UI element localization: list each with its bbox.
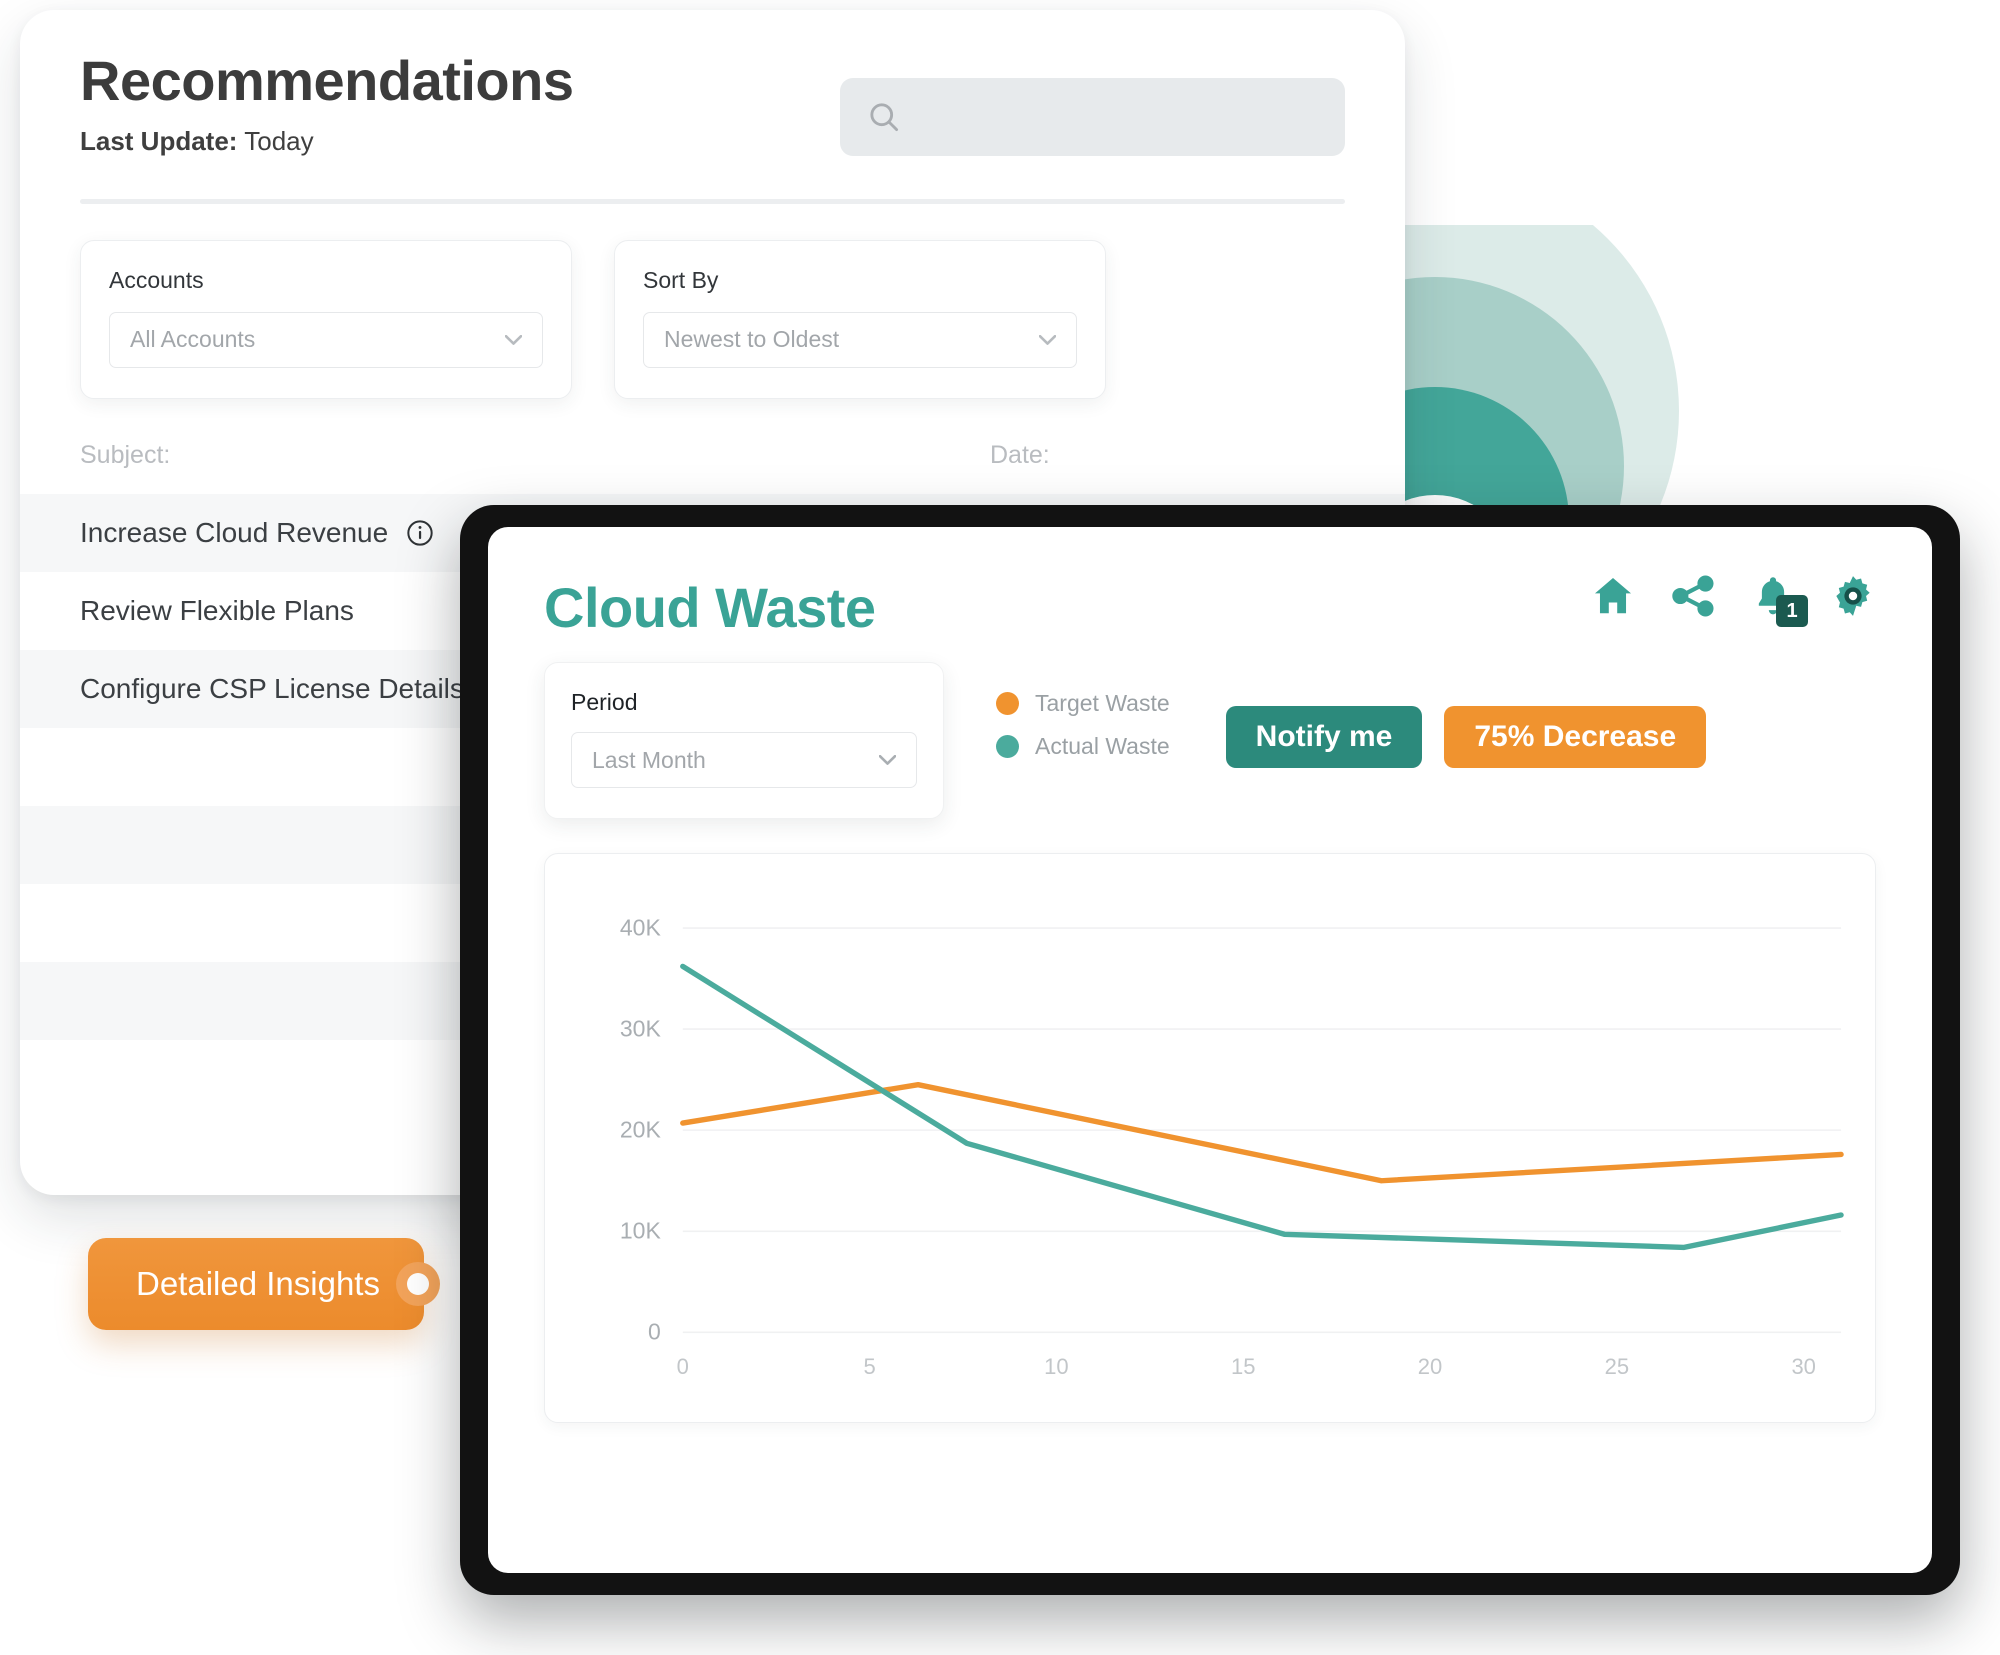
- period-filter: Period Last Month: [544, 662, 944, 819]
- cloud-waste-toolbar: 1: [1590, 573, 1876, 619]
- notify-me-button[interactable]: Notify me: [1226, 706, 1423, 768]
- last-update-value: Today: [244, 126, 313, 156]
- column-header-date: Date:: [990, 441, 1050, 470]
- last-update-label: Last Update:: [80, 126, 237, 156]
- cloud-waste-header: Cloud Waste: [488, 527, 1932, 640]
- detailed-insights-button[interactable]: Detailed Insights: [88, 1238, 424, 1330]
- chevron-down-icon: [879, 755, 896, 765]
- x-axis-tick-label: 25: [1605, 1354, 1629, 1380]
- accounts-select[interactable]: All Accounts: [109, 312, 543, 368]
- cloud-waste-actions: Notify me 75% Decrease: [1226, 706, 1707, 768]
- period-select[interactable]: Last Month: [571, 732, 917, 788]
- period-label: Period: [571, 689, 917, 716]
- filter-row: Accounts All Accounts Sort By Newest to …: [20, 204, 1405, 399]
- accounts-select-value: All Accounts: [130, 326, 255, 353]
- home-icon[interactable]: [1590, 573, 1636, 619]
- gear-icon[interactable]: [1830, 573, 1876, 619]
- tablet-frame: Cloud Waste: [460, 505, 1960, 1595]
- share-icon[interactable]: [1670, 573, 1716, 619]
- cloud-waste-title: Cloud Waste: [544, 575, 876, 640]
- chart-legend: Target Waste Actual Waste: [996, 690, 1170, 776]
- y-axis-tick-label: 10K: [620, 1218, 661, 1245]
- legend-item-target-waste: Target Waste: [996, 690, 1170, 717]
- decrease-badge-button[interactable]: 75% Decrease: [1444, 706, 1706, 768]
- line-chart[interactable]: 0 10K 20K 30K 40K 0 5 10 15 20 25 30: [545, 854, 1875, 1422]
- search-input[interactable]: [914, 103, 1294, 131]
- x-axis-tick-label: 5: [863, 1354, 875, 1380]
- column-header-subject: Subject:: [80, 441, 990, 470]
- y-axis-tick-label: 40K: [620, 915, 661, 942]
- x-axis-tick-label: 20: [1418, 1354, 1442, 1380]
- legend-dot-actual: [996, 735, 1019, 758]
- y-axis-tick-label: 30K: [620, 1016, 661, 1043]
- bell-icon[interactable]: 1: [1750, 573, 1796, 619]
- y-axis-tick-label: 20K: [620, 1117, 661, 1144]
- y-axis-tick-label: 0: [648, 1319, 661, 1346]
- legend-label-actual: Actual Waste: [1035, 733, 1170, 760]
- legend-item-actual-waste: Actual Waste: [996, 733, 1170, 760]
- search-box[interactable]: [840, 78, 1345, 156]
- row-subject-text: Increase Cloud Revenue: [80, 517, 388, 549]
- x-axis-tick-label: 0: [677, 1354, 689, 1380]
- filter-sort-by: Sort By Newest to Oldest: [614, 240, 1106, 399]
- notification-badge: 1: [1776, 595, 1808, 627]
- period-select-value: Last Month: [592, 747, 706, 774]
- filter-sort-by-label: Sort By: [643, 267, 1077, 294]
- filter-accounts: Accounts All Accounts: [80, 240, 572, 399]
- chevron-down-icon: [1039, 335, 1056, 345]
- search-icon: [866, 99, 902, 135]
- info-icon[interactable]: [406, 519, 434, 547]
- list-column-headers: Subject: Date:: [20, 399, 1405, 470]
- sort-by-select-value: Newest to Oldest: [664, 326, 839, 353]
- filter-accounts-label: Accounts: [109, 267, 543, 294]
- chevron-down-icon: [505, 335, 522, 345]
- pill-knob-icon: [396, 1262, 440, 1306]
- legend-label-target: Target Waste: [1035, 690, 1170, 717]
- legend-dot-target: [996, 692, 1019, 715]
- cloud-waste-controls: Period Last Month Target Waste: [488, 640, 1932, 819]
- detailed-insights-label: Detailed Insights: [136, 1265, 380, 1303]
- cloud-waste-card: Cloud Waste: [488, 527, 1932, 1573]
- x-axis-tick-label: 30: [1791, 1354, 1815, 1380]
- x-axis-tick-label: 10: [1044, 1354, 1068, 1380]
- recommendations-header: Recommendations Last Update: Today: [20, 10, 1405, 157]
- x-axis-tick-label: 15: [1231, 1354, 1255, 1380]
- screenshot-root: Recommendations Last Update: Today Accou…: [0, 0, 2000, 1655]
- sort-by-select[interactable]: Newest to Oldest: [643, 312, 1077, 368]
- chart-svg: [545, 854, 1875, 1422]
- chart-container: 0 10K 20K 30K 40K 0 5 10 15 20 25 30: [544, 853, 1876, 1423]
